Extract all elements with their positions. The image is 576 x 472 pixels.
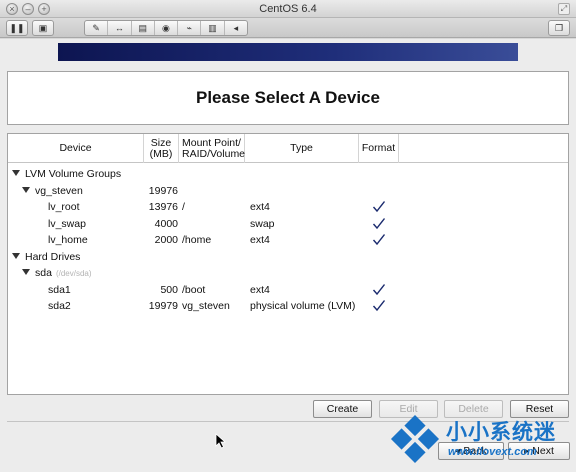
- folder-icon: ▥: [208, 23, 217, 33]
- watermark: 小小系统迷 www.ilovext.com: [388, 412, 576, 472]
- shared-folder-button[interactable]: ▥: [201, 21, 225, 35]
- column-header-mount[interactable]: Mount Point/RAID/Volume: [179, 134, 245, 163]
- device-name: lv_home: [48, 234, 88, 246]
- expander-triangle-icon[interactable]: [22, 269, 30, 275]
- snapshot-button[interactable]: ▣: [32, 20, 54, 36]
- disc-icon: ◉: [162, 23, 170, 33]
- device-size: 500: [160, 283, 178, 296]
- window-title: CentOS 6.4: [259, 3, 317, 15]
- device-type: ext4: [250, 234, 270, 246]
- watermark-text: 小小系统迷: [446, 421, 556, 444]
- network-arrows-icon: ↔: [114, 23, 124, 33]
- vm-toolbar: ❚❚ ▣ ✎ ↔ ▤ ◉ ⌁ ▥ ◂ ❐: [0, 18, 576, 38]
- create-button[interactable]: Create: [313, 400, 372, 418]
- device-row[interactable]: LVM Volume Groups: [8, 166, 568, 182]
- device-type: ext4: [250, 283, 270, 296]
- drive-button[interactable]: ▤: [132, 21, 155, 35]
- toolbar-collapse-button[interactable]: ◂: [225, 21, 247, 35]
- device-row[interactable]: sda1 500/boot ext4: [8, 282, 568, 298]
- device-type: physical volume (LVM): [250, 300, 356, 312]
- chevron-left-icon: ◂: [233, 23, 239, 33]
- device-size: 2000: [154, 234, 178, 246]
- format-check-icon: [372, 300, 386, 312]
- network-button[interactable]: ↔: [108, 21, 132, 35]
- pause-icon: ❚❚: [9, 23, 25, 33]
- fullscreen-button[interactable]: ⤢: [558, 3, 570, 15]
- column-header-device[interactable]: Device: [8, 134, 144, 163]
- device-mount-point: /home: [182, 234, 212, 246]
- wrench-icon: ✎: [92, 23, 100, 33]
- device-row[interactable]: lv_home 2000/home ext4: [8, 232, 568, 248]
- format-check-icon: [372, 217, 386, 229]
- format-check-icon: [372, 234, 386, 246]
- device-name: vg_steven: [22, 183, 83, 199]
- device-name: sda2: [48, 300, 71, 312]
- device-tree[interactable]: Device Size (MB) Mount Point/RAID/Volume …: [7, 133, 569, 395]
- window-titlebar: × – + CentOS 6.4 ⤢: [0, 0, 576, 18]
- device-row[interactable]: Hard Drives: [8, 249, 568, 265]
- device-row[interactable]: lv_swap 4000 swap: [8, 216, 568, 232]
- pause-vm-button[interactable]: ❚❚: [6, 20, 28, 36]
- window-mode-icon: ❐: [554, 23, 564, 33]
- device-row[interactable]: sda2 19979 vg_steven physical volume (LVM): [8, 298, 568, 314]
- expander-triangle-icon[interactable]: [12, 170, 20, 176]
- format-check-icon: [372, 201, 386, 213]
- column-header-size[interactable]: Size (MB): [144, 134, 179, 163]
- settings-button[interactable]: ✎: [85, 21, 109, 35]
- fullscreen-icon: ⤢: [560, 4, 568, 13]
- usb-button[interactable]: ⌁: [178, 21, 202, 35]
- device-row[interactable]: vg_steven 19976: [8, 183, 568, 199]
- page-header: Please Select A Device: [7, 71, 569, 125]
- disc-button[interactable]: ◉: [155, 21, 179, 35]
- device-mount-point: vg_steven: [182, 300, 230, 312]
- toolbar-device-group: ✎ ↔ ▤ ◉ ⌁ ▥ ◂: [84, 20, 248, 36]
- device-tree-header: Device Size (MB) Mount Point/RAID/Volume …: [8, 134, 568, 163]
- device-path-hint: (/dev/sda): [55, 269, 92, 278]
- installer-screen: Please Select A Device Device Size (MB) M…: [0, 39, 576, 472]
- expander-triangle-icon[interactable]: [12, 252, 20, 259]
- drive-icon: ▤: [138, 23, 147, 33]
- device-name: sda (/dev/sda): [22, 265, 92, 282]
- watermark-logo-icon: [390, 414, 440, 464]
- page-title: Please Select A Device: [196, 88, 380, 107]
- device-name: lv_root: [48, 201, 80, 213]
- device-name: LVM Volume Groups: [12, 166, 121, 182]
- expander-triangle-icon[interactable]: [22, 186, 30, 193]
- watermark-url: www.ilovext.com: [448, 446, 537, 458]
- device-size: 19979: [148, 300, 178, 312]
- device-size: 4000: [154, 217, 178, 230]
- device-name: Hard Drives: [12, 249, 80, 265]
- device-name: sda1: [48, 283, 71, 296]
- window-mode-button[interactable]: ❐: [548, 20, 570, 36]
- device-size: 13976: [148, 201, 178, 213]
- installer-banner: [58, 43, 518, 61]
- column-header-format[interactable]: Format: [359, 134, 399, 163]
- mouse-cursor-icon: [215, 433, 227, 449]
- device-mount-point: /: [182, 201, 185, 213]
- device-size: 19976: [148, 184, 178, 197]
- device-type: swap: [250, 217, 275, 230]
- format-check-icon: [372, 283, 386, 295]
- snapshot-icon: ▣: [38, 23, 48, 33]
- column-header-type[interactable]: Type: [245, 134, 359, 163]
- usb-icon: ⌁: [186, 23, 192, 33]
- device-row[interactable]: lv_root 13976 / ext4: [8, 199, 568, 215]
- device-mount-point: /boot: [182, 283, 206, 296]
- device-name: lv_swap: [48, 217, 86, 230]
- device-row[interactable]: sda (/dev/sda): [8, 265, 568, 281]
- device-type: ext4: [250, 201, 270, 213]
